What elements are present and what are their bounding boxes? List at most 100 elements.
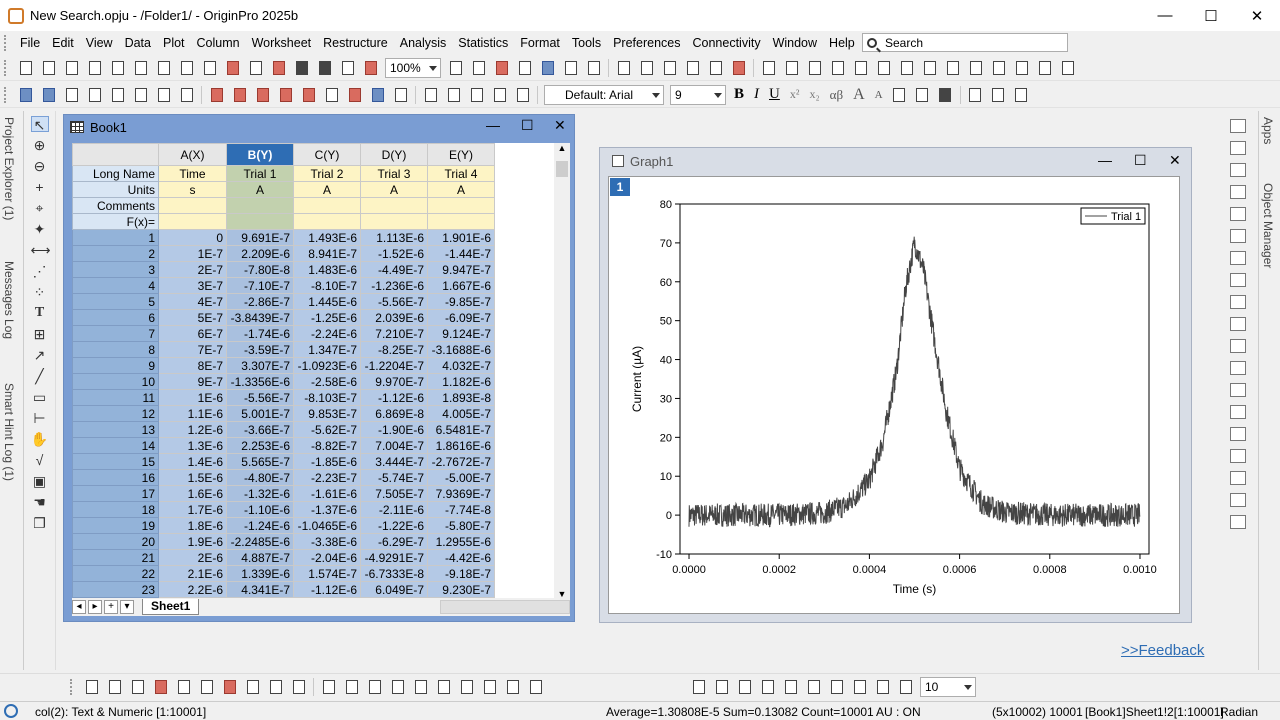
graph-close-button[interactable]: ✕ <box>1169 152 1181 169</box>
formula-cell[interactable] <box>158 213 227 230</box>
plot-setup-icon[interactable] <box>1230 185 1246 199</box>
heatmap-icon[interactable] <box>366 678 384 696</box>
arrange-layers-icon[interactable] <box>1230 251 1246 265</box>
row-number[interactable]: 2 <box>72 245 159 262</box>
data-cell[interactable]: 7.210E-7 <box>360 325 428 342</box>
data-cell[interactable]: 2.2E-6 <box>158 581 227 598</box>
pattern-icon[interactable] <box>913 86 931 104</box>
row-number[interactable]: 7 <box>72 325 159 342</box>
new-workbook-icon[interactable] <box>63 59 81 77</box>
redo-arrow-icon[interactable] <box>514 86 532 104</box>
new-excel-icon[interactable] <box>86 59 104 77</box>
data-cell[interactable]: -3.59E-7 <box>226 341 294 358</box>
row-number[interactable]: 20 <box>72 533 159 550</box>
data-cell[interactable]: -3.8439E-7 <box>226 309 294 326</box>
command-window-icon[interactable] <box>661 59 679 77</box>
open-icon[interactable] <box>247 59 265 77</box>
workbook-window[interactable]: Book1 — ☐ ✕ A(X) B(Y) C(Y) D(Y) E(Y) Long Nam… <box>63 114 575 622</box>
long-name-cell[interactable]: Trial 3 <box>360 165 428 182</box>
menu-plot[interactable]: Plot <box>157 36 191 50</box>
row-number[interactable]: 5 <box>72 293 159 310</box>
text-tool-icon[interactable]: T <box>31 305 49 321</box>
arrow-tool-icon[interactable]: ↗ <box>31 347 49 363</box>
open-template-icon[interactable] <box>270 59 288 77</box>
data-cell[interactable]: 8.941E-7 <box>293 245 361 262</box>
new-matrix-icon[interactable] <box>109 59 127 77</box>
new-notes-icon[interactable] <box>201 59 219 77</box>
line-color-icon[interactable] <box>989 86 1007 104</box>
data-cell[interactable]: 9.853E-7 <box>293 405 361 422</box>
refresh-icon[interactable] <box>470 59 488 77</box>
align-left-icon[interactable] <box>1230 361 1246 375</box>
recalculate-icon[interactable] <box>362 59 380 77</box>
zoom-combo[interactable]: 100% <box>385 57 441 78</box>
data-cell[interactable]: 6.869E-8 <box>360 405 428 422</box>
comments-cell[interactable] <box>226 197 294 214</box>
scroll-thumb[interactable] <box>556 161 568 177</box>
row-number[interactable]: 13 <box>72 421 159 438</box>
graph-window[interactable]: Graph1 — ☐ ✕ 1 0.0000 0.0002 0.0004 0.0006 0… <box>599 147 1192 623</box>
column-header[interactable]: C(Y) <box>293 143 361 166</box>
menu-connectivity[interactable]: Connectivity <box>686 36 766 50</box>
data-cell[interactable]: -3.38E-6 <box>293 533 361 550</box>
row-number[interactable]: 12 <box>72 405 159 422</box>
data-cell[interactable]: 1.2955E-6 <box>427 533 495 550</box>
column-header[interactable]: B(Y) <box>226 143 294 166</box>
comments-cell[interactable] <box>293 197 361 214</box>
row-number[interactable]: 4 <box>72 277 159 294</box>
save-template-icon[interactable] <box>316 59 334 77</box>
column-chart-icon[interactable] <box>875 59 893 77</box>
collapse-icon[interactable] <box>897 678 915 696</box>
status-statistics[interactable]: Average=1.30808E-5 Sum=0.13082 Count=100… <box>606 705 874 719</box>
polar-plot-icon[interactable] <box>244 678 262 696</box>
script-window-icon[interactable] <box>684 59 702 77</box>
frequency-count-icon[interactable] <box>829 59 847 77</box>
greek-button[interactable]: αβ <box>830 87 843 103</box>
new-layout-icon[interactable] <box>178 59 196 77</box>
toolbar-grip[interactable] <box>4 86 8 103</box>
data-cell[interactable]: -5.80E-7 <box>427 517 495 534</box>
data-reader-icon[interactable]: ⌖ <box>31 200 49 216</box>
move-down-icon[interactable] <box>109 86 127 104</box>
data-cell[interactable]: -1.12E-6 <box>293 581 361 598</box>
data-cell[interactable]: 2E-7 <box>158 261 227 278</box>
data-cell[interactable]: -6.09E-7 <box>427 309 495 326</box>
graph-minimize-button[interactable]: — <box>1098 152 1112 168</box>
search-input[interactable]: Search <box>862 33 1068 52</box>
code-icon[interactable] <box>707 59 725 77</box>
sheet-list-button[interactable]: ▾ <box>120 600 134 614</box>
data-cell[interactable]: 4.887E-7 <box>226 549 294 566</box>
status-angle-unit[interactable]: Radian <box>1220 705 1258 719</box>
data-cell[interactable]: 4.032E-7 <box>427 357 495 374</box>
menu-window[interactable]: Window <box>767 36 823 50</box>
status-au[interactable]: AU : ON <box>876 705 921 719</box>
comments-cell[interactable] <box>427 197 495 214</box>
data-cell[interactable]: 1E-7 <box>158 245 227 262</box>
workbook-titlebar[interactable]: Book1 — ☐ ✕ <box>64 115 574 139</box>
layer-plot-icon[interactable] <box>458 678 476 696</box>
pan-tool-icon[interactable]: ✋ <box>31 431 49 447</box>
data-cell[interactable]: -7.74E-8 <box>427 501 495 518</box>
line-plot-icon[interactable] <box>83 678 101 696</box>
data-cell[interactable]: -9.85E-7 <box>427 293 495 310</box>
row-number[interactable]: 6 <box>72 309 159 326</box>
data-cell[interactable]: 1.8616E-6 <box>427 437 495 454</box>
prev-sheet-button[interactable]: ▸ <box>88 600 102 614</box>
status-search-icon[interactable] <box>4 704 18 718</box>
menu-help[interactable]: Help <box>823 36 861 50</box>
paste-icon[interactable] <box>468 86 486 104</box>
data-cell[interactable]: -5.00E-7 <box>427 469 495 486</box>
scroll-up-arrow[interactable]: ▲ <box>554 143 570 157</box>
stack-chart-icon[interactable] <box>898 59 916 77</box>
units-cell[interactable]: A <box>427 181 495 198</box>
delete-row-icon[interactable] <box>254 86 272 104</box>
pin-icon[interactable] <box>155 86 173 104</box>
data-cell[interactable]: 4.005E-7 <box>427 405 495 422</box>
data-cell[interactable]: -8.82E-7 <box>293 437 361 454</box>
data-cell[interactable]: 1.574E-7 <box>293 565 361 582</box>
matrix-plot-icon[interactable] <box>412 678 430 696</box>
align-icon[interactable] <box>890 86 908 104</box>
long-name-cell[interactable]: Time <box>158 165 227 182</box>
set-as-icon[interactable] <box>392 86 410 104</box>
copy-icon[interactable] <box>445 86 463 104</box>
